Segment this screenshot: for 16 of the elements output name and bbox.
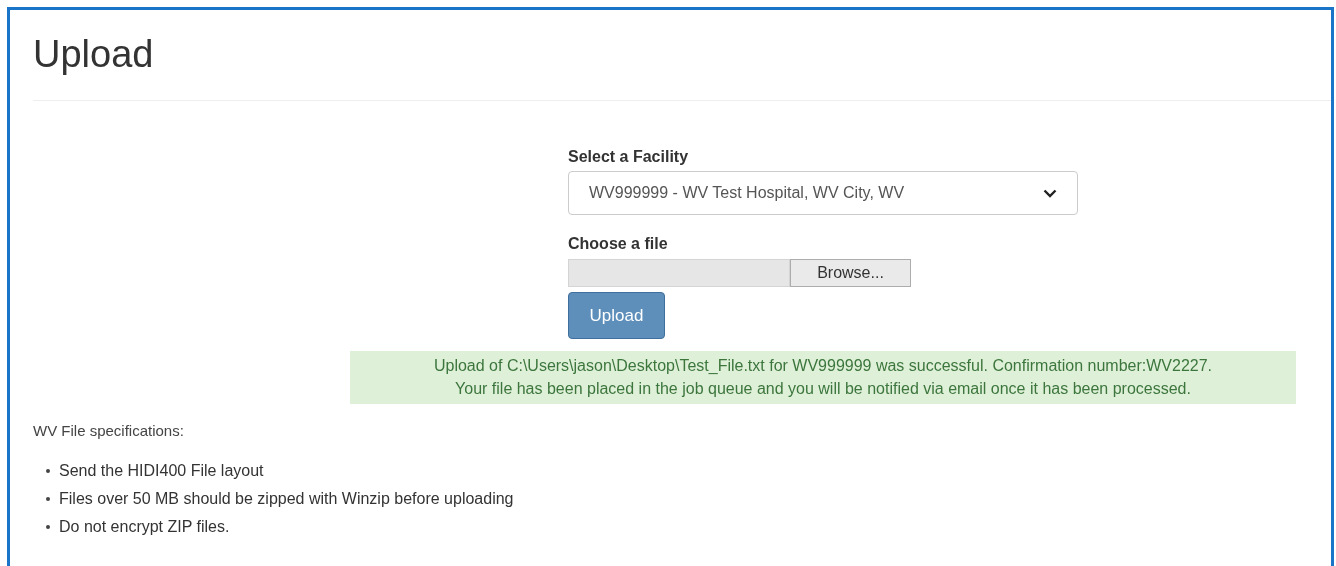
alert-message: Your file has been placed in the job queue and you will be notified via email once it has been processed. (454, 379, 1192, 399)
alert-message: Upload of C:\Users\jason\Desktop\Test_File.txt for WV999999 was successful. Confirmation number:WV2227. (432, 356, 1214, 376)
bullet-icon (46, 525, 50, 529)
file-path-field[interactable] (568, 259, 790, 287)
specifications-heading: WV File specifications: (33, 422, 184, 439)
page-title: Upload (33, 32, 154, 76)
field-label: Choose a file (568, 234, 668, 254)
specification-item: Files over 50 MB should be zipped with Winzip before uploading (59, 489, 514, 509)
bullet-icon (46, 469, 50, 473)
specification-item: Do not encrypt ZIP files. (59, 517, 230, 537)
bullet-icon (46, 497, 50, 501)
field-label: Select a Facility (568, 147, 689, 167)
facility-select[interactable]: WV999999 - WV Test Hospital, WV City, WV (568, 171, 1078, 215)
specification-item: Send the HIDI400 File layout (59, 461, 264, 481)
chevron-down-icon (1043, 188, 1057, 198)
browse-button[interactable]: Browse... (790, 259, 911, 287)
